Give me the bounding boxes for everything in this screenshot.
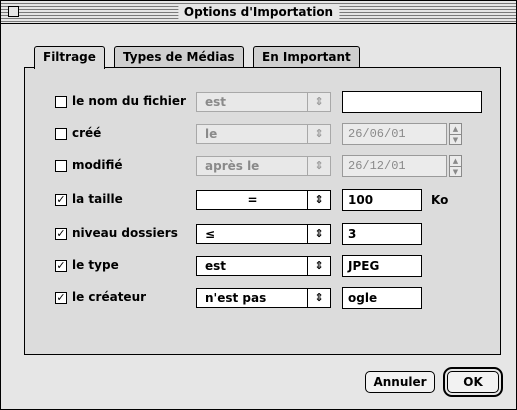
- value-field-taille[interactable]: 100: [342, 189, 422, 211]
- tab-types-de-medias[interactable]: Types de Médias: [114, 46, 244, 68]
- filter-label-niveau: niveau dossiers: [72, 226, 178, 240]
- date-field-cree[interactable]: 26/06/01: [342, 123, 447, 145]
- operator-popup-createur[interactable]: n'est pas ⇕: [196, 288, 331, 308]
- popup-arrows-icon: ⇕: [307, 157, 330, 175]
- operator-popup-modifie[interactable]: après le ⇕: [196, 156, 331, 176]
- operator-popup-cree[interactable]: le ⇕: [196, 124, 331, 144]
- operator-value: =: [247, 193, 258, 207]
- popup-arrows-icon: ⇕: [307, 93, 330, 111]
- step-up-icon: ▲: [450, 156, 461, 167]
- step-down-icon: ▼: [452, 168, 459, 176]
- tab-en-important[interactable]: En Important: [253, 46, 360, 68]
- popup-arrows-icon: ⇕: [307, 257, 330, 275]
- filter-label-nom: le nom du fichier: [72, 94, 186, 108]
- close-box[interactable]: [8, 6, 19, 17]
- operator-value: n'est pas: [205, 291, 267, 305]
- popup-arrows-icon: ⇕: [307, 289, 330, 307]
- filter-checkbox-cree[interactable]: [55, 128, 67, 140]
- step-up-icon: ▲: [450, 124, 461, 135]
- value-field-createur[interactable]: ogle: [342, 287, 422, 309]
- popup-arrows-icon: ⇕: [307, 125, 330, 143]
- cancel-button[interactable]: Annuler: [365, 371, 435, 393]
- filter-label-taille: la taille: [72, 192, 123, 206]
- import-options-dialog: Options d'Importation Filtrage Types de …: [0, 0, 517, 410]
- ok-button[interactable]: OK: [443, 367, 503, 397]
- date-stepper-cree[interactable]: ▲ ▼: [449, 123, 462, 145]
- step-down-icon: ▼: [452, 136, 459, 144]
- unit-label-ko: Ko: [431, 193, 449, 207]
- popup-arrows-icon: ⇕: [307, 191, 330, 209]
- value-field-nom[interactable]: [342, 91, 482, 113]
- filter-label-cree: créé: [72, 126, 102, 140]
- operator-value: est: [205, 259, 227, 273]
- filter-label-type: le type: [72, 258, 119, 272]
- operator-popup-nom[interactable]: est ⇕: [196, 92, 331, 112]
- filter-label-modifie: modifié: [72, 158, 123, 172]
- operator-popup-niveau[interactable]: ≤ ⇕: [196, 224, 331, 244]
- filter-checkbox-type[interactable]: ✓: [55, 260, 67, 272]
- window-title: Options d'Importation: [177, 4, 340, 20]
- operator-value: après le: [205, 159, 260, 173]
- filter-checkbox-createur[interactable]: ✓: [55, 292, 67, 304]
- filter-label-createur: le créateur: [72, 290, 147, 304]
- popup-arrows-icon: ⇕: [307, 225, 330, 243]
- filter-checkbox-niveau[interactable]: ✓: [55, 228, 67, 240]
- date-stepper-modifie[interactable]: ▲ ▼: [449, 155, 462, 177]
- tab-filtrage[interactable]: Filtrage: [34, 46, 105, 69]
- filter-checkbox-modifie[interactable]: [55, 160, 67, 172]
- value-field-niveau[interactable]: 3: [342, 223, 422, 245]
- operator-value: ≤: [205, 227, 216, 241]
- filter-checkbox-nom[interactable]: [55, 96, 67, 108]
- operator-value: le: [205, 127, 218, 141]
- title-bar[interactable]: Options d'Importation: [1, 1, 516, 24]
- operator-popup-type[interactable]: est ⇕: [196, 256, 331, 276]
- filter-checkbox-taille[interactable]: ✓: [55, 194, 67, 206]
- operator-popup-taille[interactable]: = ⇕: [196, 190, 331, 210]
- date-field-modifie[interactable]: 26/12/01: [342, 155, 447, 177]
- value-field-type[interactable]: JPEG: [342, 255, 422, 277]
- operator-value: est: [205, 95, 227, 109]
